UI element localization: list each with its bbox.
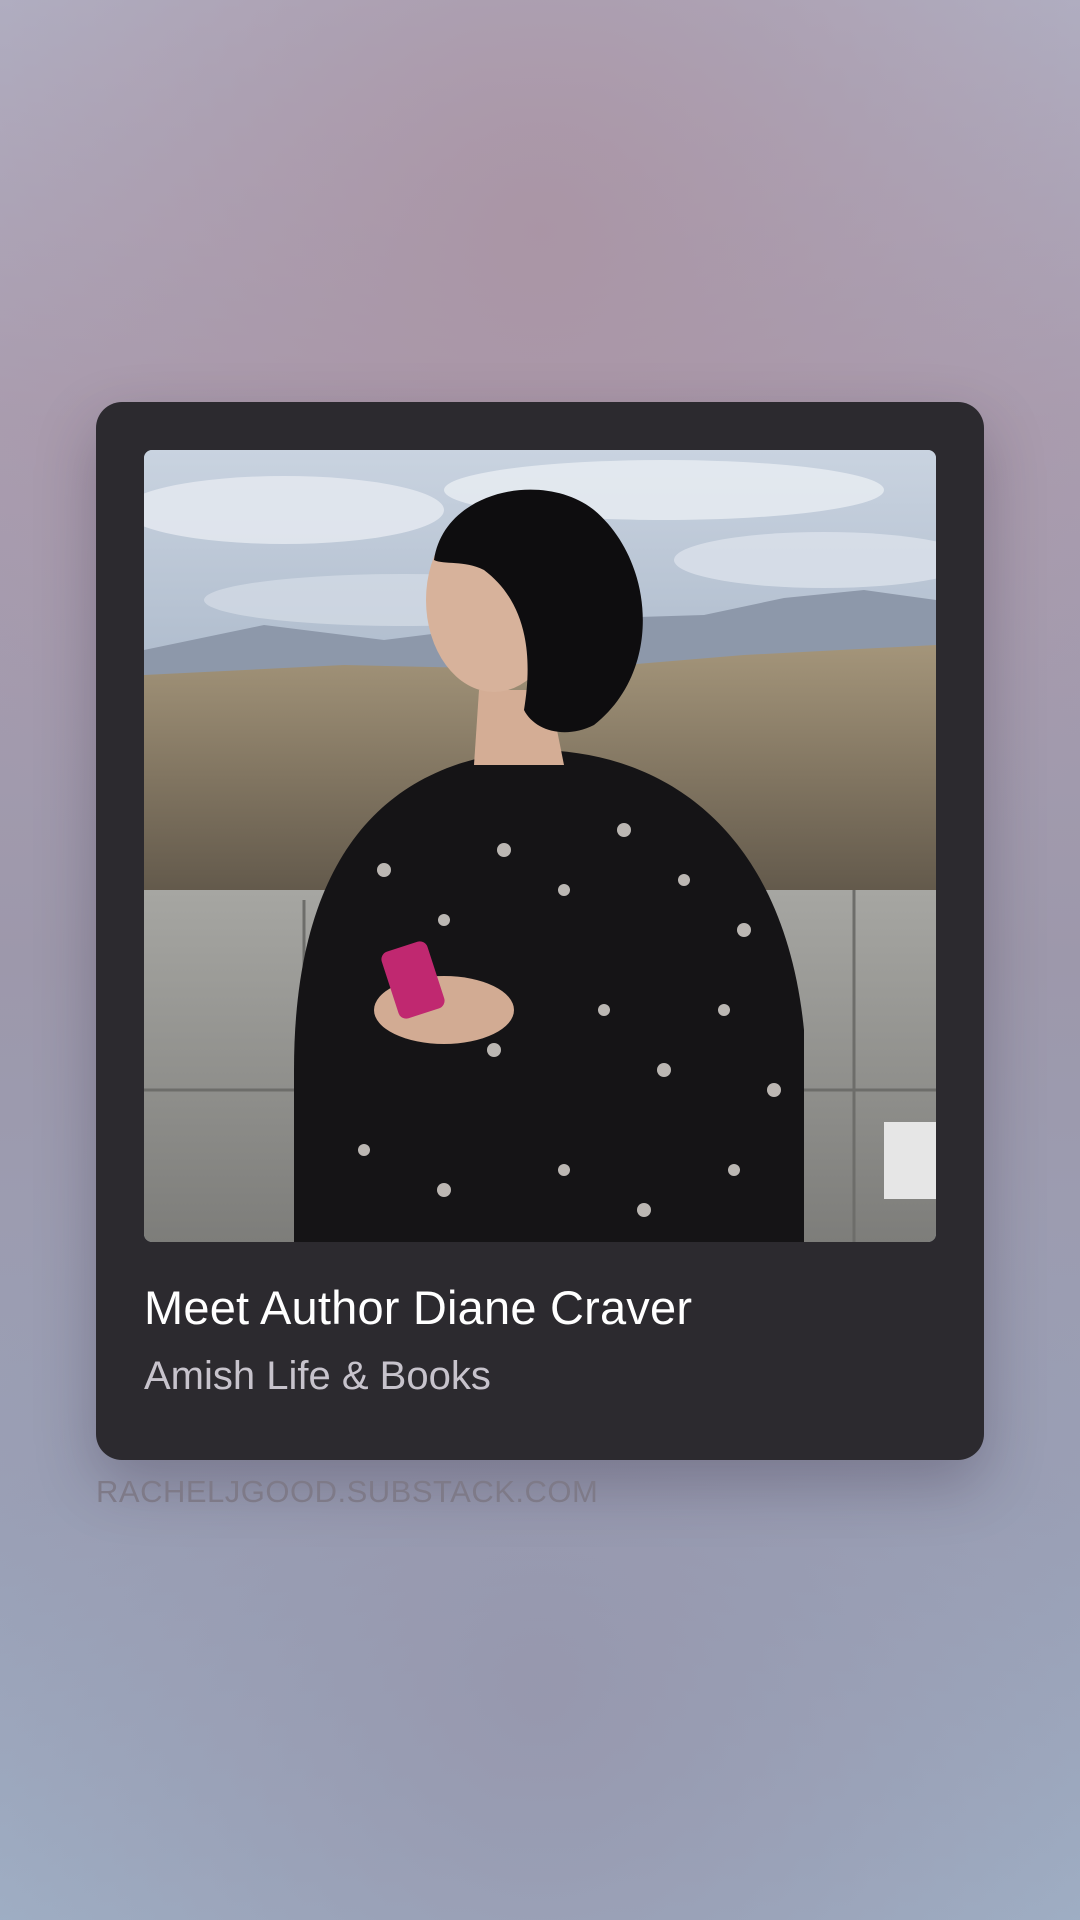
source-domain[interactable]: RACHELJGOOD.SUBSTACK.COM <box>96 1474 598 1510</box>
author-photo <box>144 450 936 1242</box>
post-title: Meet Author Diane Craver <box>144 1281 693 1334</box>
bookmark-icon <box>884 1122 936 1199</box>
share-card[interactable]: Meet Author Diane Craver Amish Life & Bo… <box>96 402 984 1460</box>
publication-name: Amish Life & Books <box>144 1354 491 1398</box>
